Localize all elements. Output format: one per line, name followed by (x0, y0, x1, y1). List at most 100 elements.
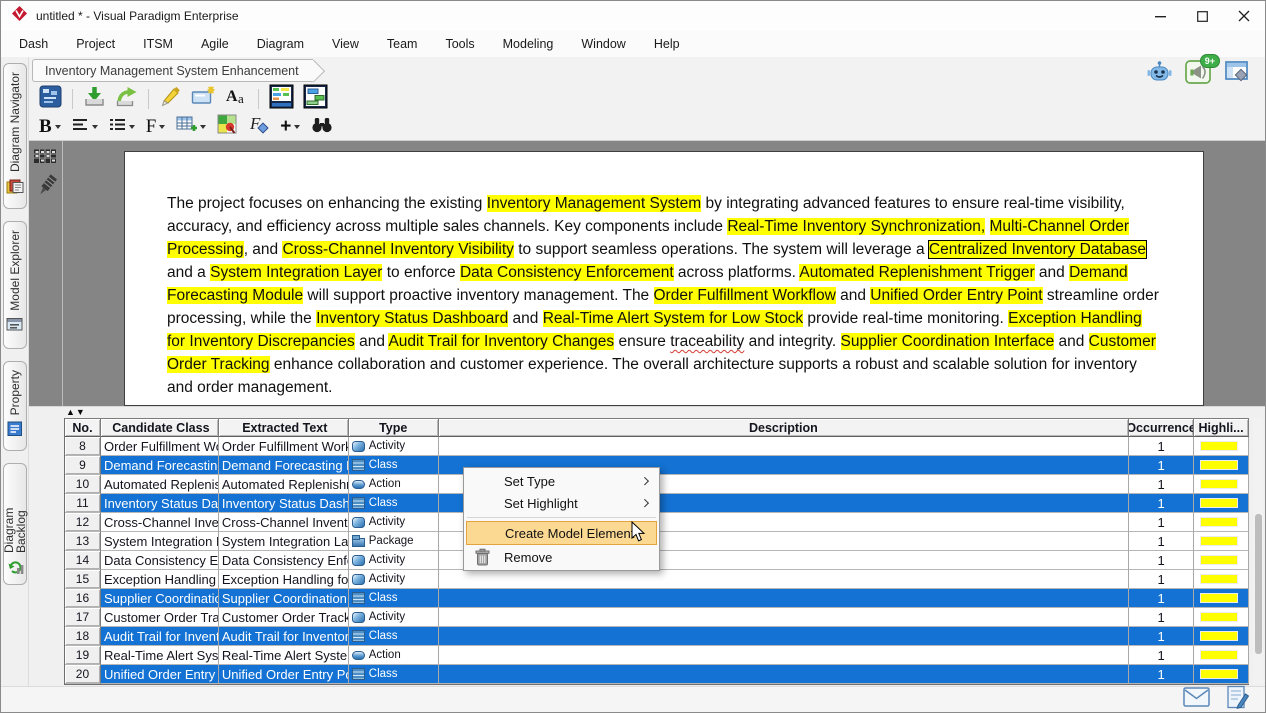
menu-agile[interactable]: Agile (201, 37, 229, 51)
highlight-cell[interactable] (1194, 475, 1249, 494)
highlighter-button[interactable] (157, 84, 184, 114)
table-row[interactable]: 15Exception Handling for Inventory Discr… (65, 570, 1249, 589)
import-button[interactable] (81, 84, 108, 114)
row-number[interactable]: 15 (65, 570, 101, 589)
description-cell[interactable] (439, 570, 1129, 589)
menu-window[interactable]: Window (581, 37, 625, 51)
insert-table-button[interactable] (174, 114, 208, 139)
candidate-class-cell[interactable]: Demand Forecasting Module (101, 456, 219, 475)
row-number[interactable]: 10 (65, 475, 101, 494)
splitter-collapse-buttons[interactable]: ▲▼ (66, 408, 86, 417)
table-row[interactable]: 19Real-Time Alert System for Low StockRe… (65, 646, 1249, 665)
list-button[interactable] (107, 116, 137, 138)
stamp-icon[interactable] (35, 173, 57, 205)
scrollbar-thumb[interactable] (1255, 514, 1262, 654)
type-cell[interactable]: Activity (349, 513, 439, 532)
export-button[interactable] (113, 84, 140, 114)
color-palette-button[interactable] (215, 113, 239, 140)
highlighted-term[interactable]: Data Consistency Enforcement (460, 264, 674, 281)
candidate-class-cell[interactable]: Unified Order Entry Point (101, 665, 219, 684)
description-cell[interactable] (439, 646, 1129, 665)
highlight-cell[interactable] (1194, 665, 1249, 684)
highlight-cell[interactable] (1194, 437, 1249, 456)
row-number[interactable]: 8 (65, 437, 101, 456)
highlighted-term[interactable]: Automated Replenishment Trigger (799, 264, 1034, 281)
table-row[interactable]: 8Order Fulfillment WorkflowOrder Fulfill… (65, 437, 1249, 456)
pane-splitter[interactable]: ▲▼ (29, 406, 1265, 418)
font-button[interactable]: F (144, 115, 168, 139)
highlight-cell[interactable] (1194, 532, 1249, 551)
highlight-cell[interactable] (1194, 608, 1249, 627)
candidate-class-cell[interactable]: Audit Trail for Inventory Changes (101, 627, 219, 646)
type-cell[interactable]: Class (349, 494, 439, 513)
context-menu-item-set-highlight[interactable]: Set Highlight (464, 492, 659, 514)
menu-modeling[interactable]: Modeling (503, 37, 554, 51)
extracted-text-cell[interactable]: System Integration Layer (219, 532, 349, 551)
extracted-text-cell[interactable]: Real-Time Alert System for Low Stock (219, 646, 349, 665)
highlighted-term[interactable]: System Integration Layer (210, 264, 382, 281)
candidate-class-cell[interactable]: Inventory Status Dashboard (101, 494, 219, 513)
mail-button[interactable] (1183, 687, 1210, 712)
extracted-text-cell[interactable]: Data Consistency Enforcement (219, 551, 349, 570)
row-number[interactable]: 20 (65, 665, 101, 684)
highlighted-term[interactable]: Supplier Coordination Interface (841, 333, 1055, 350)
bold-button[interactable]: B (37, 115, 63, 139)
row-number[interactable]: 18 (65, 627, 101, 646)
row-number[interactable]: 17 (65, 608, 101, 627)
extracted-text-cell[interactable]: Cross-Channel Inventory Visibility (219, 513, 349, 532)
maximize-button[interactable] (1181, 1, 1223, 31)
highlighted-term[interactable]: Real-Time Inventory Synchronization, (727, 218, 985, 235)
highlight-cell[interactable] (1194, 513, 1249, 532)
column-header-candidate-class[interactable]: Candidate Class (101, 418, 219, 437)
highlight-cell[interactable] (1194, 646, 1249, 665)
menu-dash[interactable]: Dash (19, 37, 48, 51)
table-row[interactable]: 18Audit Trail for Inventory ChangesAudit… (65, 627, 1249, 646)
type-cell[interactable]: Activity (349, 437, 439, 456)
menu-team[interactable]: Team (387, 37, 418, 51)
extracted-text-cell[interactable]: Exception Handling for Inventory Discrep… (219, 570, 349, 589)
highlighted-term[interactable]: Cross-Channel Inventory Visibility (282, 241, 513, 258)
extracted-text-cell[interactable]: Unified Order Entry Point (219, 665, 349, 684)
menu-diagram[interactable]: Diagram (257, 37, 304, 51)
menu-view[interactable]: View (332, 37, 359, 51)
menu-help[interactable]: Help (654, 37, 680, 51)
description-cell[interactable] (439, 627, 1129, 646)
type-cell[interactable]: Action (349, 475, 439, 494)
align-button[interactable] (70, 116, 100, 138)
candidate-class-cell[interactable]: Data Consistency Enforcement (101, 551, 219, 570)
close-button[interactable] (1223, 1, 1265, 31)
type-cell[interactable]: Activity (349, 570, 439, 589)
column-header-no-[interactable]: No. (65, 418, 101, 437)
layout-thumbnail-button[interactable] (301, 83, 330, 115)
context-menu-item-set-type[interactable]: Set Type (464, 470, 659, 492)
column-header-extracted-text[interactable]: Extracted Text (219, 418, 349, 437)
candidate-class-cell[interactable]: System Integration Layer (101, 532, 219, 551)
type-cell[interactable]: Class (349, 627, 439, 646)
type-cell[interactable]: Package (349, 532, 439, 551)
type-cell[interactable]: Activity (349, 608, 439, 627)
extracted-text-cell[interactable]: Demand Forecasting Module (219, 456, 349, 475)
type-cell[interactable]: Action (349, 646, 439, 665)
candidate-class-cell[interactable]: Supplier Coordination Interface (101, 589, 219, 608)
menu-itsm[interactable]: ITSM (143, 37, 173, 51)
sidebar-tab-diagram-backlog[interactable]: Diagram Backlog (3, 463, 27, 585)
diagram-thumbnail-button[interactable] (267, 83, 296, 115)
candidate-class-cell[interactable]: Cross-Channel Inventory Visibility (101, 513, 219, 532)
context-menu-item-create-model-element[interactable]: Create Model Element (466, 521, 657, 545)
row-number[interactable]: 13 (65, 532, 101, 551)
candidate-class-cell[interactable]: Exception Handling for Inventory Discrep… (101, 570, 219, 589)
highlighted-term[interactable]: Real-Time Alert System for Low Stock (543, 310, 803, 327)
description-cell[interactable] (439, 665, 1129, 684)
column-header-description[interactable]: Description (439, 418, 1129, 437)
candidate-class-cell[interactable]: Real-Time Alert System for Low Stock (101, 646, 219, 665)
row-number[interactable]: 16 (65, 589, 101, 608)
description-cell[interactable] (439, 608, 1129, 627)
find-button[interactable] (309, 114, 335, 139)
extracted-text-cell[interactable]: Supplier Coordination Interface (219, 589, 349, 608)
extracted-text-cell[interactable]: Inventory Status Dashboard (219, 494, 349, 513)
highlight-cell[interactable] (1194, 589, 1249, 608)
candidate-class-cell[interactable]: Customer Order Tracking (101, 608, 219, 627)
highlighted-term[interactable]: Centralized Inventory Database (929, 241, 1146, 258)
extracted-text-cell[interactable]: Audit Trail for Inventory Changes (219, 627, 349, 646)
notes-button[interactable] (1226, 685, 1249, 713)
